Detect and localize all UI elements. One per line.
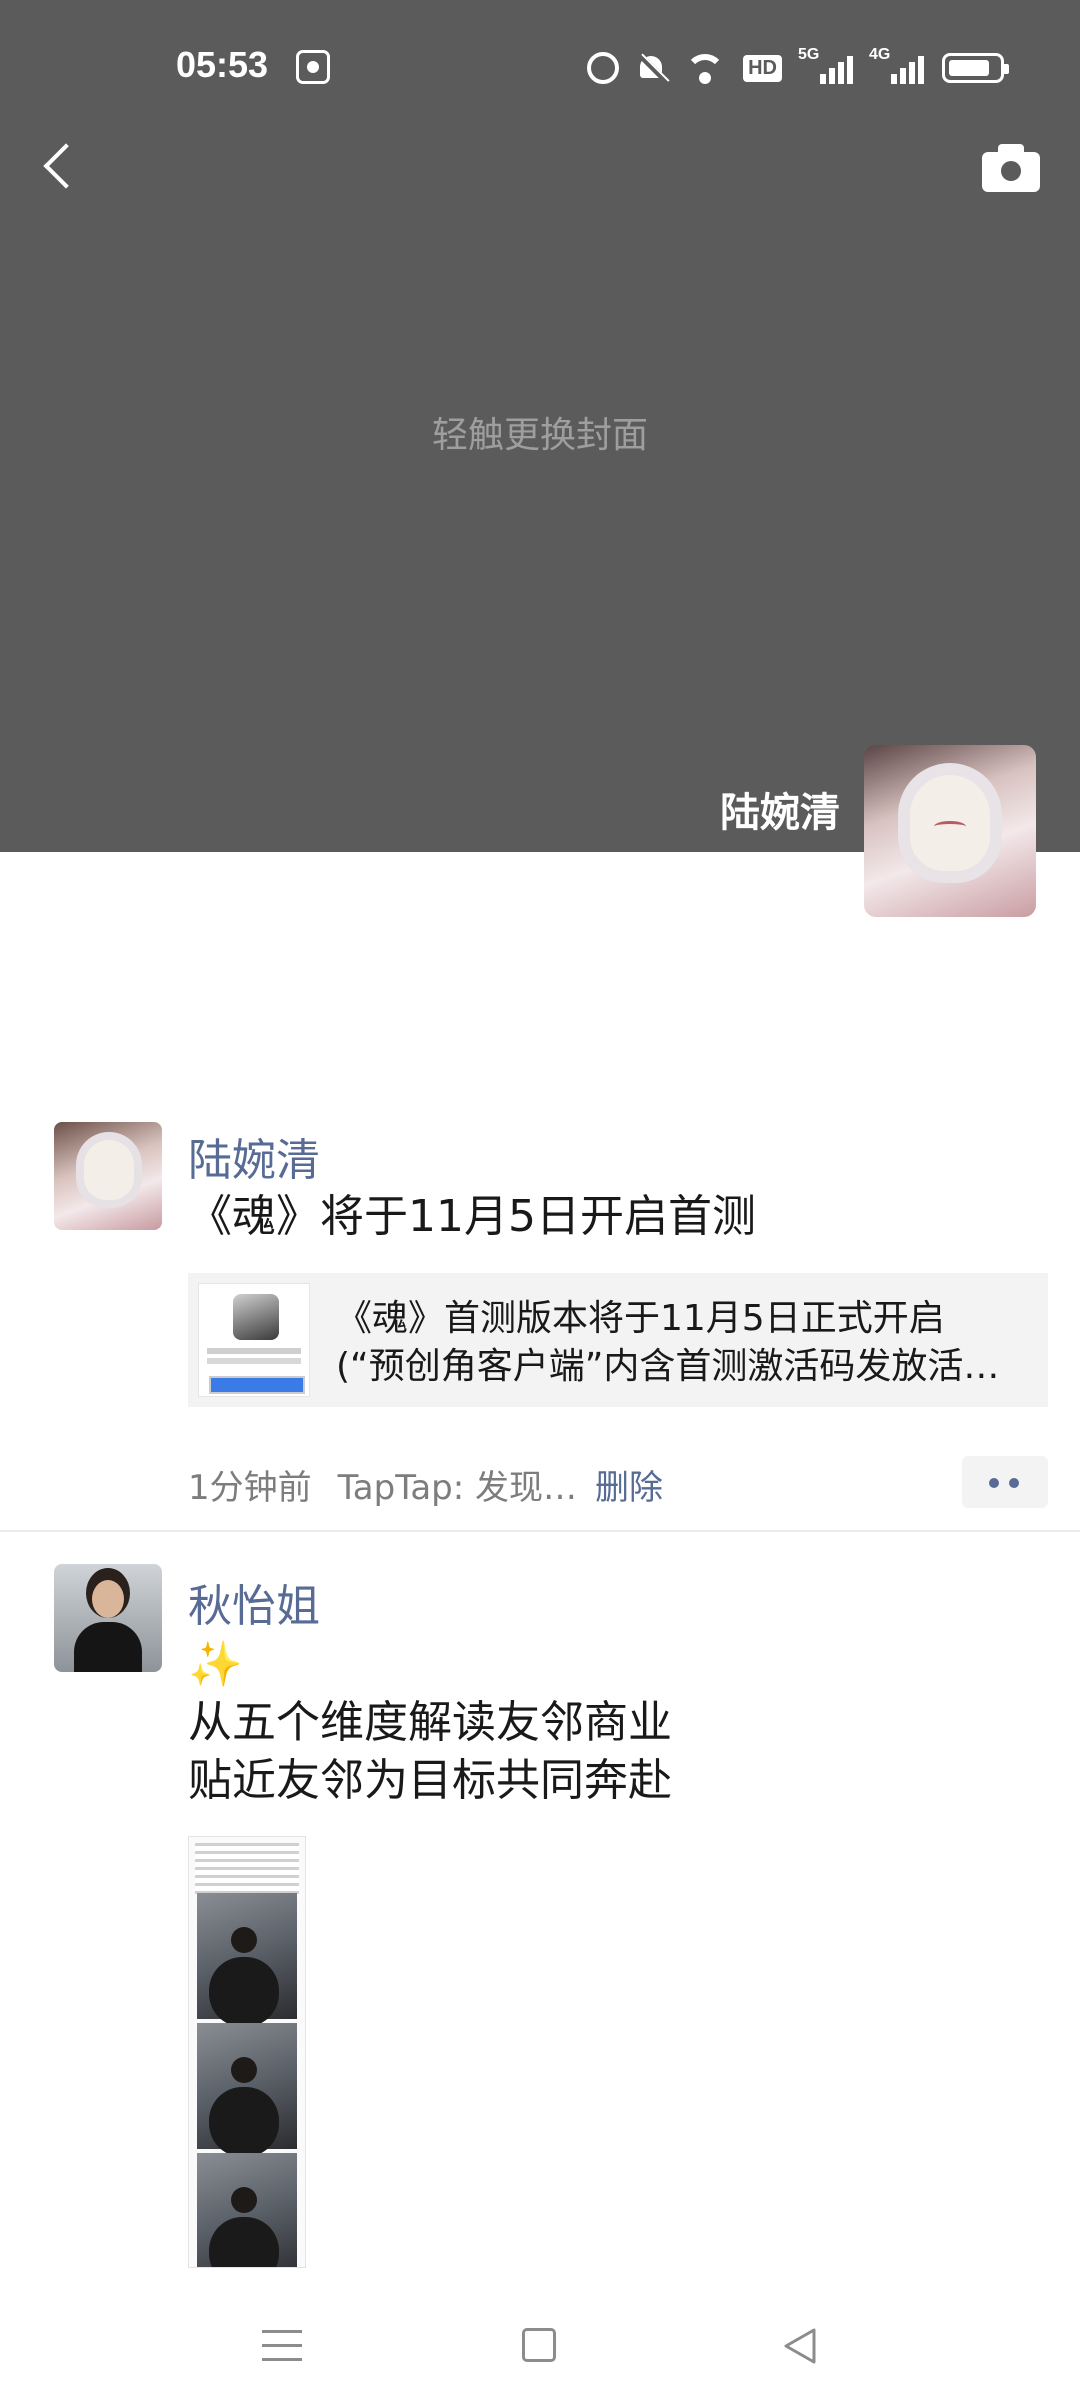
more-actions-button[interactable] — [962, 1456, 1048, 1508]
post-emoji: ✨ — [188, 1639, 243, 1690]
post-image[interactable] — [188, 1836, 306, 2268]
owner-name: 陆婉清 — [720, 790, 840, 836]
baidu-app-icon — [296, 50, 330, 84]
post-time: 1分钟前 — [188, 1468, 312, 1508]
change-cover-hint[interactable]: 轻触更换封面 — [0, 406, 1080, 458]
wifi-icon — [685, 52, 726, 84]
post-text: 《魂》将于11月5日开启首测 — [188, 1191, 756, 1242]
cover-image[interactable]: 05:53 HD 5G 4G 轻触更换封面 陆婉清 — [0, 0, 1080, 852]
moments-screen: 05:53 HD 5G 4G 轻触更换封面 陆婉清 陆婉清 《魂》将于11月5日… — [0, 0, 1080, 2400]
signal-4g-icon: 4G — [869, 46, 924, 84]
signal-4g-label: 4G — [869, 46, 891, 63]
signal-5g-label: 5G — [798, 46, 820, 63]
alarm-icon — [587, 52, 620, 84]
camera-button[interactable] — [982, 144, 1040, 192]
status-bar: 05:53 HD 5G 4G — [0, 0, 1080, 136]
back-button[interactable] — [30, 136, 90, 196]
link-card[interactable]: 《魂》首测版本将于11月5日正式开启 (“预创角客户端”内含首测激活码发放活… — [188, 1273, 1048, 1407]
delete-link[interactable]: 删除 — [595, 1468, 663, 1508]
post-text-line1: 从五个维度解读友邻商业 — [188, 1697, 672, 1748]
post-text-line2: 贴近友邻为目标共同奔赴 — [188, 1755, 672, 1806]
post-author-name[interactable]: 秋怡姐 — [188, 1570, 320, 1634]
status-icons: HD 5G 4G — [587, 46, 1009, 88]
link-title-line1: 《魂》首测版本将于11月5日正式开启 — [336, 1298, 945, 1339]
battery-icon — [942, 53, 1009, 83]
home-icon[interactable] — [522, 2328, 556, 2362]
avatar[interactable] — [54, 1564, 162, 1672]
link-title: 《魂》首测版本将于11月5日正式开启 (“预创角客户端”内含首测激活码发放活… — [336, 1295, 999, 1391]
post-source[interactable]: TapTap: 发现… — [338, 1468, 577, 1508]
avatar[interactable] — [54, 1122, 162, 1230]
mute-icon — [637, 52, 667, 84]
status-time: 05:53 — [176, 44, 269, 85]
post-divider — [0, 1530, 1080, 1532]
signal-5g-icon: 5G — [798, 46, 853, 84]
owner-avatar[interactable] — [864, 745, 1036, 917]
menu-icon[interactable] — [262, 2330, 302, 2362]
post-meta: 1分钟前 TapTap: 发现… 删除 — [188, 1460, 663, 1509]
system-nav-bar — [0, 2290, 1080, 2400]
post-author-name[interactable]: 陆婉清 — [188, 1124, 320, 1188]
hd-icon: HD — [743, 54, 782, 82]
link-thumbnail — [198, 1283, 310, 1397]
back-triangle-icon[interactable] — [782, 2326, 818, 2366]
link-title-line2: (“预创角客户端”内含首测激活码发放活… — [336, 1346, 1000, 1387]
